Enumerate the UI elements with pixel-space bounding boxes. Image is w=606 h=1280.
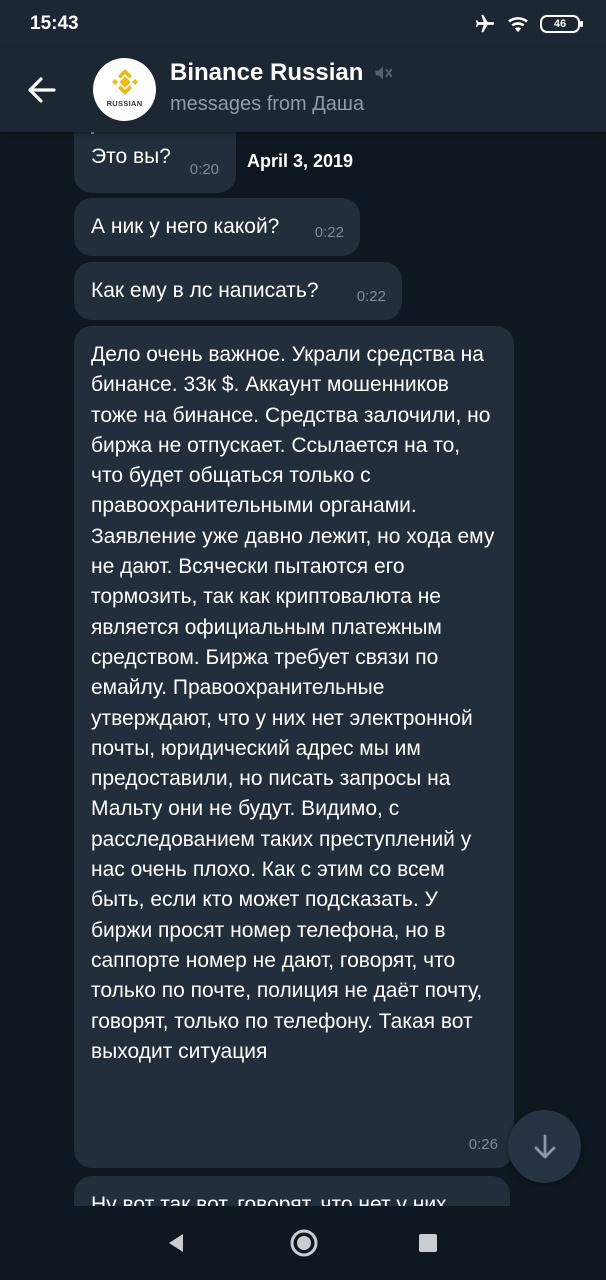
message-bubble[interactable]: Ну вот так вот, говорят, что нет у них <box>74 1176 510 1206</box>
status-time: 15:43 <box>30 13 79 34</box>
chat-header: RUSSIAN Binance Russian messages from Да… <box>0 48 606 132</box>
message-time: 0:26 <box>468 1135 498 1153</box>
message-time: 0:22 <box>356 287 386 305</box>
message-text: Дело очень важное. Украли средства на би… <box>91 343 495 1063</box>
message-text: Ну вот так вот, говорят, что нет у них <box>91 1193 447 1206</box>
avatar-text: RUSSIAN <box>106 99 143 108</box>
battery-indicator: 46 <box>540 15 583 33</box>
channel-title-text: Binance Russian <box>170 59 364 86</box>
message-text: Это вы? <box>91 145 171 168</box>
status-icons: 46 <box>474 12 583 36</box>
message-time: 0:22 <box>314 223 344 241</box>
nav-recents-icon[interactable] <box>419 1234 437 1252</box>
channel-avatar[interactable]: RUSSIAN <box>93 58 156 121</box>
arrow-left-icon[interactable] <box>22 70 62 110</box>
status-bar: 15:43 46 <box>0 0 606 48</box>
arrow-down-icon <box>534 1134 555 1158</box>
system-nav-bar <box>0 1206 606 1280</box>
reply-marker <box>91 132 94 134</box>
scroll-down-button[interactable] <box>508 1110 581 1183</box>
wifi-icon <box>508 17 528 33</box>
message-time: 0:20 <box>189 160 219 178</box>
message-text: А ник у него какой? <box>91 215 280 238</box>
channel-title[interactable]: Binance Russian <box>170 59 393 87</box>
message-text: Как ему в лс написать? <box>91 279 319 302</box>
muted-speaker-icon <box>375 66 393 80</box>
channel-subtitle: messages from Даша <box>170 93 365 115</box>
message-bubble[interactable]: Это вы? 0:20 <box>74 132 236 193</box>
message-list[interactable]: Это вы? 0:20 April 3, 2019 А ник у него … <box>0 132 606 1206</box>
airplane-icon <box>475 14 495 33</box>
message-bubble[interactable]: А ник у него какой? 0:22 <box>74 198 360 256</box>
nav-back-icon[interactable] <box>165 1232 185 1254</box>
nav-home-icon[interactable] <box>289 1228 319 1258</box>
message-bubble[interactable]: Как ему в лс написать? 0:22 <box>74 262 402 320</box>
binance-logo-icon <box>111 69 138 95</box>
message-bubble[interactable]: Дело очень важное. Украли средства на би… <box>74 326 514 1168</box>
date-chip: April 3, 2019 <box>247 151 354 171</box>
